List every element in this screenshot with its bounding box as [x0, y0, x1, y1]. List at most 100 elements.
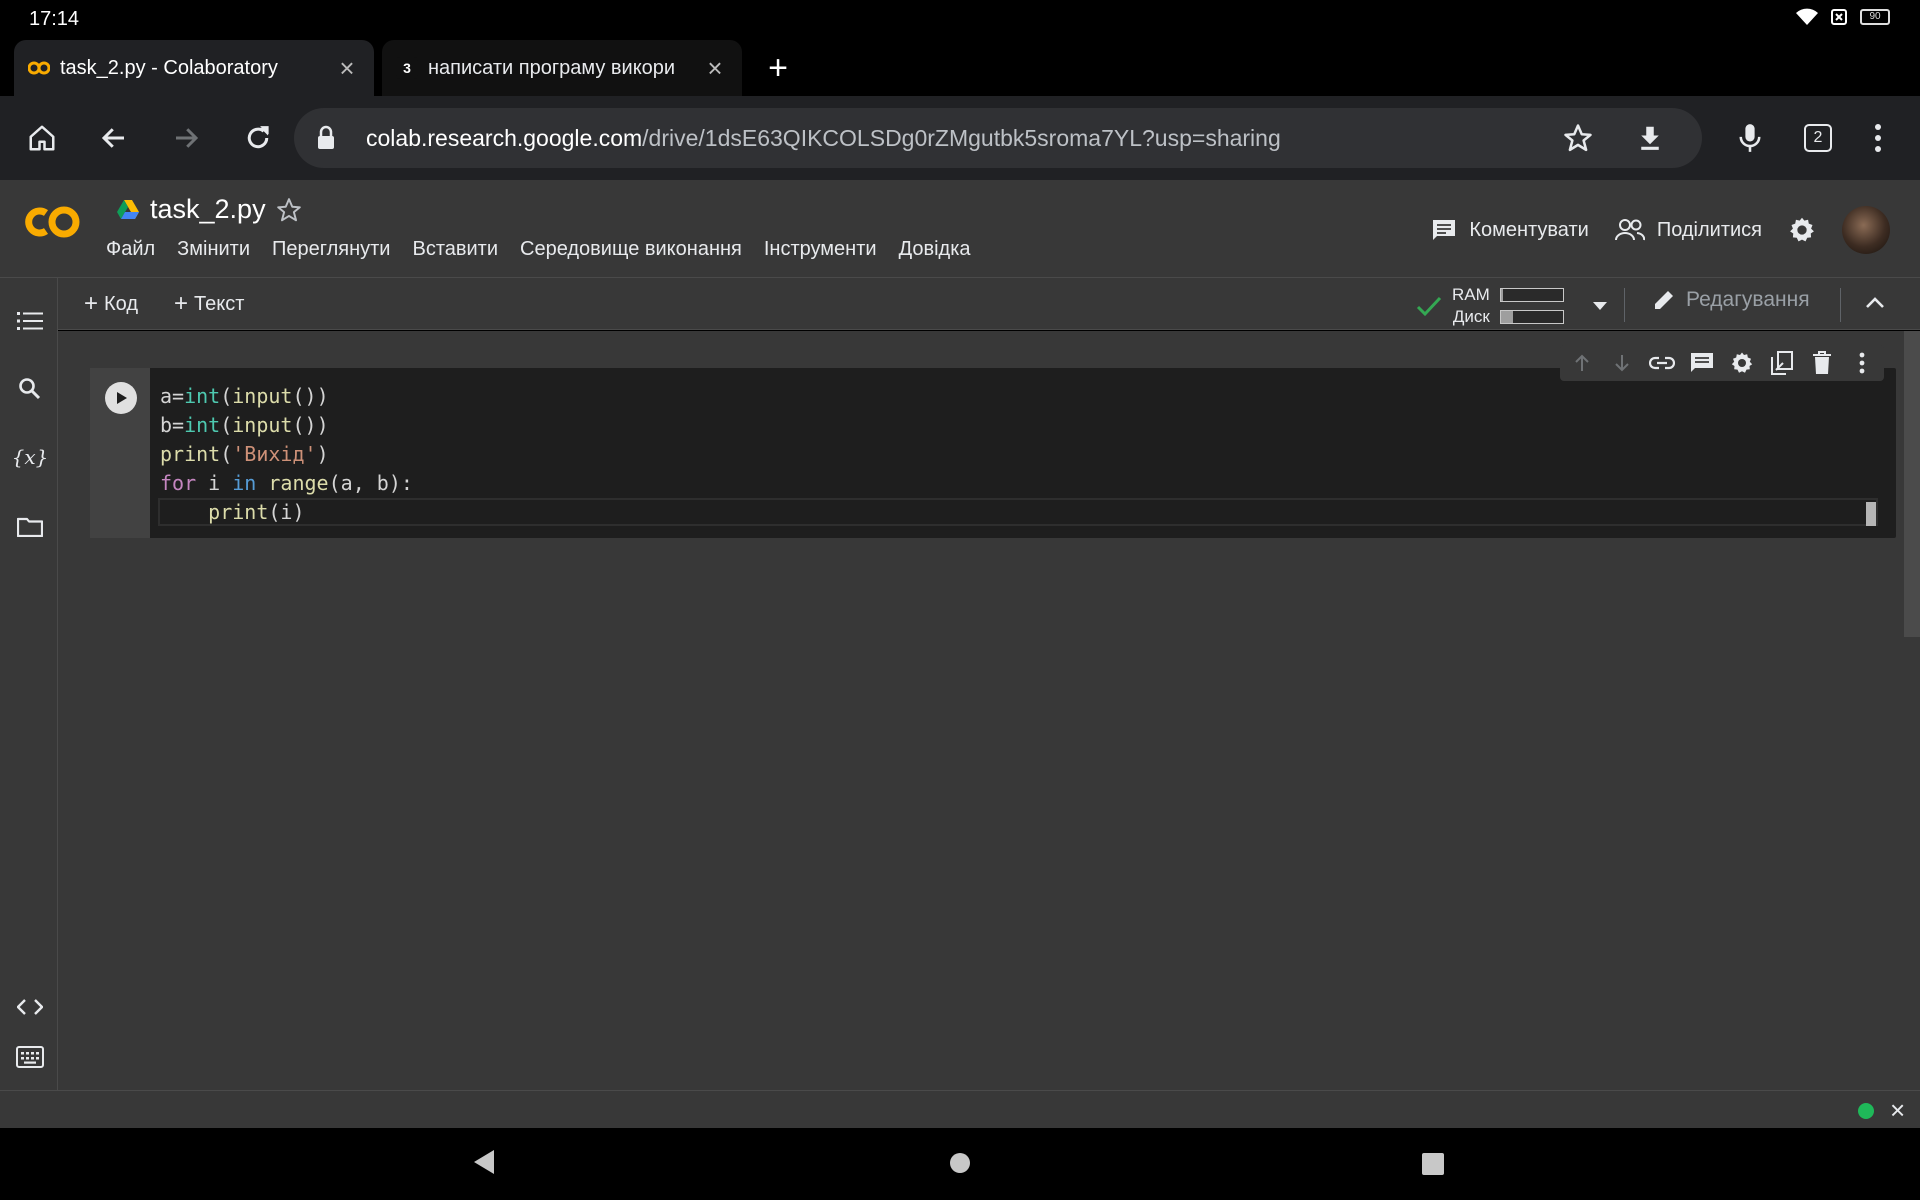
files-folder-icon[interactable]	[15, 512, 45, 542]
header-actions: Коментувати Поділитися	[1431, 206, 1890, 254]
menu-tools[interactable]: Інструменти	[764, 238, 877, 261]
cell-actions-toolbar	[1560, 345, 1884, 381]
run-cell-button[interactable]	[105, 382, 137, 414]
browser-menu-icon[interactable]	[1856, 116, 1900, 160]
code-cell[interactable]: a=int(input()) b=int(input()) print('Вихід…	[90, 368, 1896, 538]
plus-icon: +	[174, 290, 189, 317]
search-icon[interactable]	[15, 374, 45, 404]
forward-icon[interactable]	[164, 116, 208, 160]
new-tab-icon[interactable]: +	[760, 50, 796, 86]
runtime-status-dot[interactable]	[1858, 1103, 1874, 1119]
back-icon[interactable]	[92, 116, 136, 160]
browser-toolbar: colab.research.google.com/drive/1dsE63QI…	[0, 96, 1920, 180]
google-drive-icon[interactable]	[116, 199, 140, 221]
people-icon	[1614, 219, 1645, 241]
comment-label: Коментувати	[1469, 218, 1589, 241]
code-editor[interactable]: a=int(input()) b=int(input()) print('Вихід…	[160, 382, 413, 527]
menu-runtime[interactable]: Середовище виконання	[520, 238, 742, 261]
code-line[interactable]: for i in range(a, b):	[160, 469, 413, 498]
clock: 17:14	[29, 8, 80, 30]
wifi-icon	[1796, 8, 1818, 25]
home-icon[interactable]	[20, 116, 64, 160]
left-sidebar: {x}	[0, 278, 58, 1090]
tab-colab[interactable]: task_2.py - Colaboratory ×	[14, 40, 374, 96]
cell-settings-gear-icon[interactable]	[1728, 349, 1756, 377]
tab-count: 2	[1804, 124, 1832, 152]
table-of-contents-icon[interactable]	[15, 306, 45, 336]
menu-bar: Файл Змінити Переглянути Вставити Середо…	[106, 238, 971, 261]
url-text: colab.research.google.com/drive/1dsE63QI…	[366, 125, 1281, 152]
mirror-cell-icon[interactable]	[1768, 349, 1796, 377]
tab-task[interactable]: 3 написати програму викори ×	[382, 40, 742, 96]
close-icon[interactable]: ×	[1890, 1095, 1905, 1126]
nav-recents-icon[interactable]	[1421, 1152, 1445, 1176]
system-icons: 90	[1796, 8, 1890, 26]
menu-edit[interactable]: Змінити	[177, 238, 250, 261]
share-label: Поділитися	[1656, 218, 1762, 241]
add-text-cell-button[interactable]: + Текст	[174, 290, 244, 318]
variables-icon[interactable]: {x}	[12, 442, 49, 472]
nav-home-icon[interactable]	[949, 1152, 971, 1174]
more-options-icon[interactable]	[1848, 349, 1876, 377]
battery-icon: 90	[1860, 9, 1890, 25]
no-sim-icon	[1831, 9, 1847, 25]
add-code-cell-button[interactable]: + Код	[84, 290, 138, 318]
comment-button[interactable]: Коментувати	[1431, 218, 1589, 242]
star-icon[interactable]	[276, 197, 302, 223]
resource-bars	[1499, 288, 1564, 324]
document-title-area: task_2.py	[116, 194, 302, 225]
bookmark-star-icon[interactable]	[1556, 116, 1600, 160]
menu-view[interactable]: Переглянути	[272, 238, 390, 261]
system-status-bar: 17:14 90	[0, 0, 1920, 38]
command-palette-icon[interactable]	[15, 1042, 45, 1072]
url-path: /drive/1dsE63QIKCOLSDg0rZMgutbk5sroma7YL…	[642, 125, 1281, 151]
close-tab-icon[interactable]: ×	[702, 53, 728, 84]
current-line-highlight	[158, 498, 1878, 526]
add-code-label: Код	[104, 292, 139, 315]
microphone-icon[interactable]	[1728, 116, 1772, 160]
comment-icon	[1433, 220, 1456, 240]
disk-usage-bar	[1499, 310, 1564, 324]
runtime-resources-indicator[interactable]: RAM Диск	[1416, 284, 1608, 328]
move-cell-down-icon[interactable]	[1608, 349, 1636, 377]
code-line[interactable]: print('Вихід')	[160, 440, 413, 469]
tab-switcher-button[interactable]: 2	[1796, 116, 1840, 160]
editing-label: Редагування	[1686, 288, 1810, 311]
close-tab-icon[interactable]: ×	[334, 53, 360, 84]
link-icon[interactable]	[1648, 349, 1676, 377]
code-snippets-icon[interactable]	[15, 992, 45, 1022]
code-line[interactable]: b=int(input())	[160, 411, 413, 440]
document-name[interactable]: task_2.py	[150, 194, 266, 225]
resource-labels: RAM Диск	[1452, 284, 1490, 328]
tab-title: написати програму викори	[428, 56, 676, 79]
connected-check-icon	[1416, 296, 1442, 317]
code-line[interactable]: a=int(input())	[160, 382, 413, 411]
delete-cell-trash-icon[interactable]	[1808, 349, 1836, 377]
chevron-down-icon[interactable]	[1592, 301, 1608, 311]
menu-insert[interactable]: Вставити	[412, 238, 498, 261]
browser-tab-strip: task_2.py - Colaboratory × 3 написати пр…	[0, 38, 1920, 96]
android-navigation-bar	[0, 1128, 1920, 1200]
colab-logo[interactable]	[22, 202, 84, 242]
menu-file[interactable]: Файл	[106, 238, 155, 261]
plus-icon: +	[84, 290, 99, 317]
lock-icon[interactable]	[316, 125, 336, 151]
reload-icon[interactable]	[236, 116, 280, 160]
code-line[interactable]: print(i)	[160, 498, 413, 527]
add-comment-icon[interactable]	[1688, 349, 1716, 377]
nav-back-icon[interactable]	[472, 1148, 496, 1176]
play-icon	[117, 392, 127, 404]
move-cell-up-icon[interactable]	[1568, 349, 1596, 377]
menu-help[interactable]: Довідка	[899, 238, 971, 261]
settings-gear-icon[interactable]	[1788, 216, 1816, 244]
address-bar[interactable]: colab.research.google.com/drive/1dsE63QI…	[294, 108, 1702, 168]
colab-status-strip: ×	[0, 1090, 1920, 1128]
collapse-header-icon[interactable]	[1864, 292, 1886, 319]
editing-mode-button[interactable]: Редагування	[1652, 288, 1810, 312]
tab-title: task_2.py - Colaboratory	[60, 56, 278, 79]
toolbar-divider	[1624, 288, 1625, 322]
scrollbar-thumb[interactable]	[1904, 331, 1920, 637]
download-icon[interactable]	[1628, 116, 1672, 160]
user-avatar[interactable]	[1842, 206, 1890, 254]
share-button[interactable]: Поділитися	[1614, 218, 1762, 242]
